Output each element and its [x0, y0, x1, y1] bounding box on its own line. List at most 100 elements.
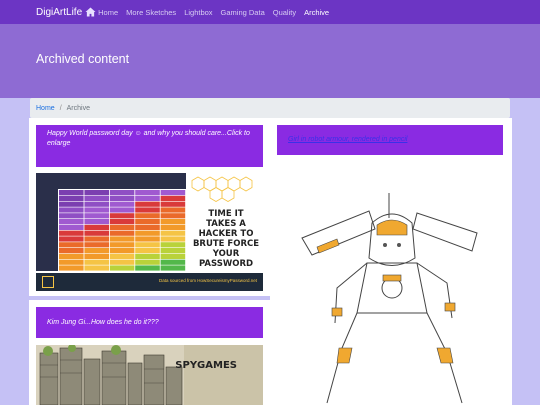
password-grid-cell [59, 259, 84, 265]
password-grid-cell [135, 201, 160, 207]
password-grid-cell [84, 253, 109, 259]
breadcrumb: Home / Archive [30, 98, 510, 118]
password-grid-cell [109, 224, 135, 230]
password-grid-cell [59, 219, 84, 225]
nav-quality[interactable]: Quality [273, 8, 296, 17]
password-grid-cell [109, 213, 135, 219]
password-grid-cell [160, 265, 186, 271]
password-grid-cell [84, 195, 109, 201]
password-grid-cell [109, 259, 135, 265]
page-title: Archived content [36, 52, 130, 66]
nav-more-sketches[interactable]: More Sketches [126, 8, 176, 17]
post-caption-kim-jung-gi-text: Kim Jung Gi...How does he do it??? [47, 319, 159, 326]
password-grid-cell [59, 236, 84, 242]
password-grid-cell [160, 190, 186, 196]
password-grid-cell [135, 259, 160, 265]
password-grid-cell [84, 219, 109, 225]
password-grid-cell [160, 224, 186, 230]
password-grid-cell [59, 201, 84, 207]
password-grid-cell [135, 265, 160, 271]
home-icon[interactable] [85, 7, 96, 17]
password-grid-cell [135, 224, 160, 230]
password-grid-cell [135, 213, 160, 219]
post-caption-kim-jung-gi[interactable]: Kim Jung Gi...How does he do it??? [36, 307, 263, 338]
password-grid-cell [84, 213, 109, 219]
nav-archive[interactable]: Archive [304, 8, 329, 17]
password-grid-cell [84, 242, 109, 248]
password-grid-cell [84, 201, 109, 207]
password-grid-cell [109, 242, 135, 248]
password-grid-cell [59, 224, 84, 230]
password-grid-cell [135, 236, 160, 242]
password-grid-cell [160, 242, 186, 248]
breadcrumb-current: Archive [66, 104, 90, 112]
password-grid-cell [109, 236, 135, 242]
password-grid-cell [135, 253, 160, 259]
password-grid-cell [160, 248, 186, 254]
spygames-artwork-image[interactable]: SPYGAMES [36, 345, 263, 405]
robot-sketch-graphic [301, 193, 478, 404]
password-grid-cell [109, 201, 135, 207]
password-grid-cell [59, 190, 84, 196]
password-grid-cell [160, 201, 186, 207]
password-infographic-headline: TIME IT TAKES A HACKER TO BRUTE FORCE YO… [192, 209, 260, 269]
password-infographic-credit: Data sourced from HowSecureismyPassword.… [158, 278, 257, 283]
password-grid-cell [135, 195, 160, 201]
password-grid-cell [84, 230, 109, 236]
password-grid-cell [160, 253, 186, 259]
password-grid-cell [84, 259, 109, 265]
robot-armour-artwork-image[interactable] [277, 163, 503, 405]
password-infographic-image[interactable]: TIME IT TAKES A HACKER TO BRUTE FORCE YO… [36, 173, 263, 291]
breadcrumb-home-link[interactable]: Home [36, 105, 55, 112]
password-grid-cell [59, 242, 84, 248]
password-grid-cell [135, 242, 160, 248]
password-grid-cell [135, 219, 160, 225]
password-grid-cell [84, 236, 109, 242]
breadcrumb-separator: / [59, 104, 62, 112]
password-grid-cell [109, 219, 135, 225]
password-table-graphic [36, 173, 186, 271]
password-grid-cell [109, 195, 135, 201]
password-grid-cell [59, 213, 84, 219]
password-grid-cell [109, 253, 135, 259]
password-grid-cell [59, 253, 84, 259]
password-grid-cell [135, 248, 160, 254]
password-grid-cell [84, 265, 109, 271]
password-grid-cell [109, 265, 135, 271]
password-grid-cell [160, 207, 186, 213]
password-grid-cell [160, 219, 186, 225]
password-grid-cell [84, 224, 109, 230]
password-grid-cell [135, 207, 160, 213]
city-sketch-graphic [36, 345, 263, 405]
password-grid-cell [160, 230, 186, 236]
password-grid-cell [109, 230, 135, 236]
password-grid-cell [59, 265, 84, 271]
password-grid-cell [59, 207, 84, 213]
password-grid-cell [84, 190, 109, 196]
nav-gaming-data[interactable]: Gaming Data [221, 8, 265, 17]
password-grid-cell [160, 213, 186, 219]
password-grid-cell [84, 248, 109, 254]
spygames-title: SPYGAMES [175, 360, 237, 371]
password-infographic-footer: Data sourced from HowSecureismyPassword.… [36, 273, 263, 291]
nav-lightbox[interactable]: Lightbox [184, 8, 212, 17]
password-grid-cell [160, 195, 186, 201]
logo-icon [42, 276, 54, 288]
password-grid-cell [160, 236, 186, 242]
password-grid-cell [84, 207, 109, 213]
password-grid-cell [59, 195, 84, 201]
jumbotron: Archived content [0, 24, 540, 98]
password-grid-cell [109, 190, 135, 196]
password-grid-cell [109, 248, 135, 254]
password-grid-cell [59, 248, 84, 254]
top-navbar: DigiArtLife Home More Sketches Lightbox … [0, 0, 540, 24]
brand-link[interactable]: DigiArtLife [36, 7, 82, 18]
password-grid-cell [135, 190, 160, 196]
nav-home[interactable]: Home [98, 8, 118, 17]
post-caption-password[interactable]: Happy World password day ☺ and why you s… [36, 125, 263, 167]
hexagon-decoration [191, 176, 253, 202]
password-grid-cell [59, 230, 84, 236]
post-caption-robot-link[interactable]: Girl in robot armour, rendered in pencil [277, 125, 503, 155]
password-grid-cell [135, 230, 160, 236]
password-grid-cell [160, 259, 186, 265]
